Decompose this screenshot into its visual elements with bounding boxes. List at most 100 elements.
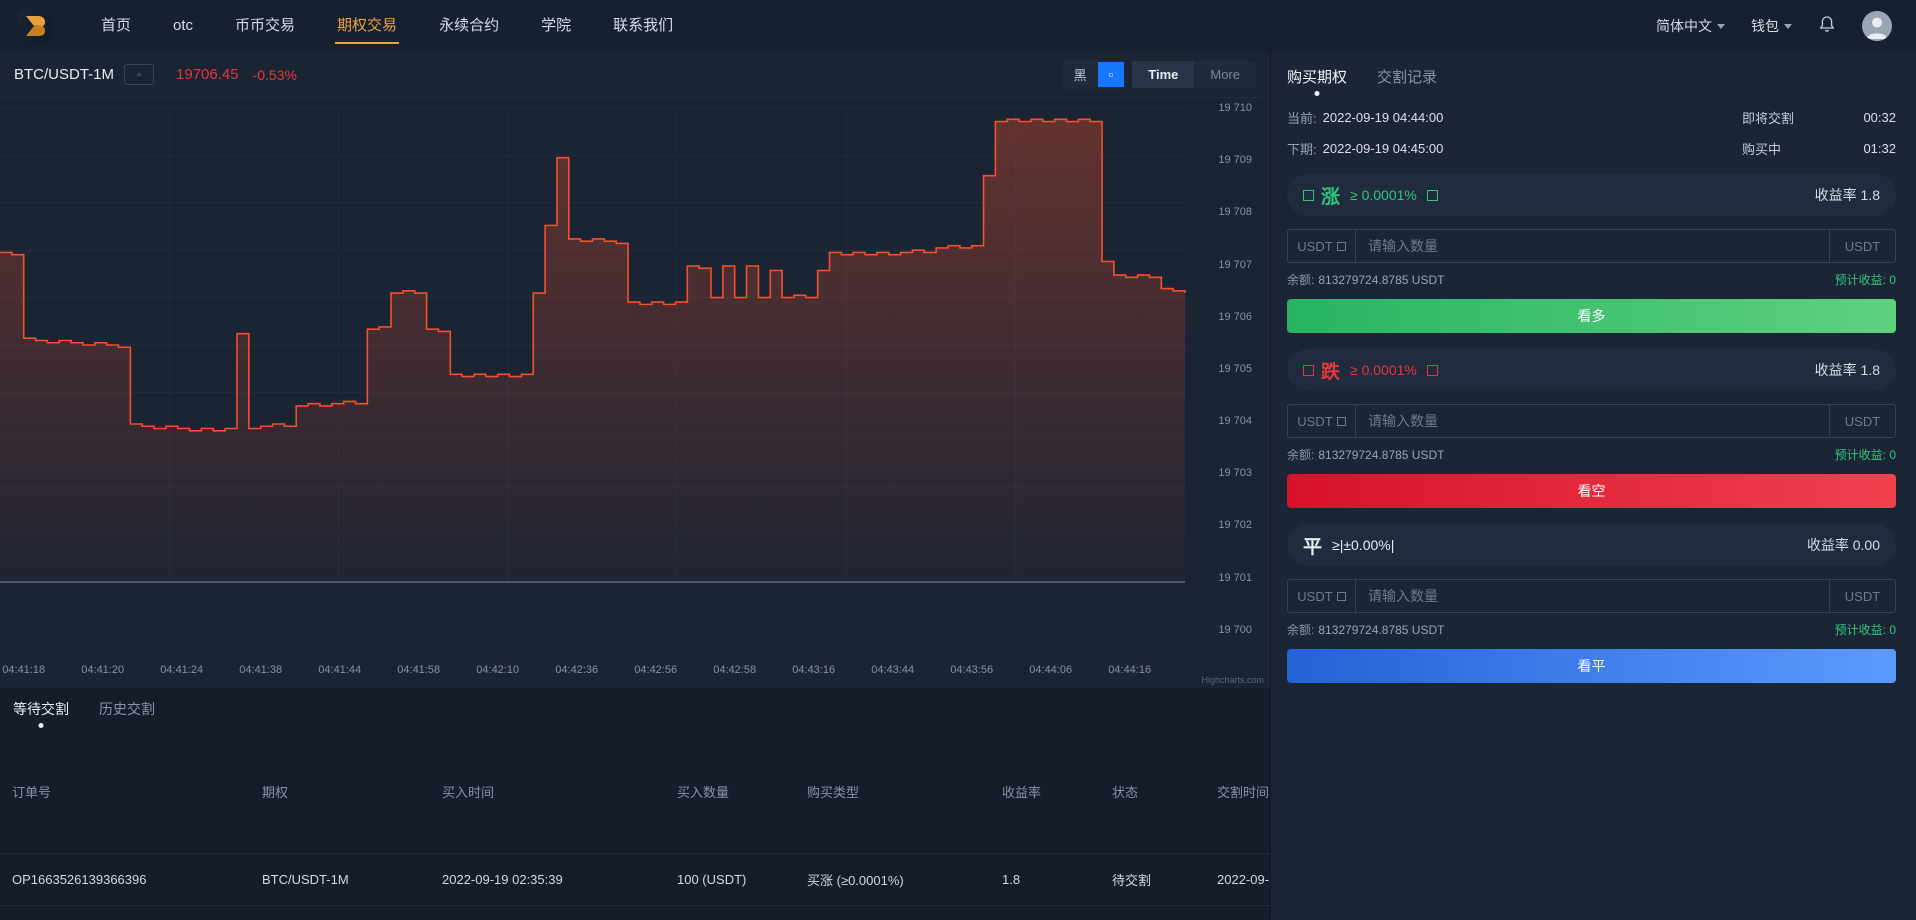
brand-logo-icon[interactable] xyxy=(18,9,52,43)
info-square-icon[interactable] xyxy=(1427,190,1438,201)
top-navigation-bar: 首页 otc 币币交易 期权交易 永续合约 学院 联系我们 简体中文 钱包 xyxy=(0,0,1916,52)
x-axis-tick: 04:44:16 xyxy=(1108,664,1151,676)
language-label: 简体中文 xyxy=(1656,16,1712,36)
rise-unit-selector[interactable]: USDT xyxy=(1288,230,1356,262)
rise-est-value: 0 xyxy=(1889,273,1896,287)
y-axis-tick: 19 706 xyxy=(1218,311,1252,323)
x-axis-tick: 04:41:44 xyxy=(318,664,361,676)
tab-buy-option[interactable]: 购买期权 xyxy=(1287,66,1347,96)
dropdown-square-icon xyxy=(1337,592,1346,601)
flat-balance-value: 813279724.8785 USDT xyxy=(1318,623,1444,637)
tab-pending-settlement[interactable]: 等待交割 xyxy=(10,699,72,719)
trade-panel-tabs: 购买期权 交割记录 xyxy=(1287,66,1896,96)
highcharts-credit[interactable]: Highcharts.com xyxy=(1201,675,1264,685)
x-axis-tick: 04:41:20 xyxy=(81,664,124,676)
next-label: 下期: xyxy=(1287,139,1317,158)
table-row[interactable]: OP1663526139366396BTC/USDT-1M2022-09-19 … xyxy=(0,854,1450,906)
flat-title: 平 xyxy=(1303,532,1322,559)
x-axis-tick: 04:43:16 xyxy=(792,664,835,676)
x-axis-tick: 04:43:44 xyxy=(871,664,914,676)
language-selector[interactable]: 简体中文 xyxy=(1656,16,1725,36)
rise-rate-value: 1.8 xyxy=(1861,187,1880,203)
rise-title: 涨 xyxy=(1321,182,1340,209)
chart-x-axis: 04:41:18 04:41:20 04:41:24 04:41:38 04:41:44… xyxy=(0,664,1270,680)
col-buy-time: 买入时间 xyxy=(430,730,665,854)
rise-balance-row: 余额: 813279724.8785 USDT 预计收益: 0 xyxy=(1287,271,1896,288)
cell-amount: 100 (USDT) xyxy=(665,906,795,920)
square-icon[interactable]: ▫ xyxy=(124,64,154,85)
cell-buy-time: 2022-09-18 15:20:40 xyxy=(430,906,665,920)
current-status-group: 即将交割 00:32 xyxy=(1742,108,1896,127)
nav-link-coin-trade[interactable]: 币币交易 xyxy=(214,0,316,52)
current-period-row: 当前: 2022-09-19 04:44:00 即将交割 00:32 xyxy=(1287,108,1896,127)
nav-link-academy[interactable]: 学院 xyxy=(520,0,592,52)
fall-balance-label: 余额: xyxy=(1287,446,1314,463)
rise-currency-suffix: USDT xyxy=(1829,230,1895,262)
buy-long-button[interactable]: 看多 xyxy=(1287,299,1896,333)
bell-icon[interactable] xyxy=(1818,15,1836,37)
user-avatar-icon[interactable] xyxy=(1862,11,1892,41)
tab-time[interactable]: Time xyxy=(1132,61,1194,88)
theme-dark-label[interactable]: 黑 xyxy=(1063,60,1098,89)
fall-condition: ≥ 0.0001% xyxy=(1350,362,1417,378)
next-period-row: 下期: 2022-09-19 04:45:00 购买中 01:32 xyxy=(1287,139,1896,158)
nav-link-perpetual[interactable]: 永续合约 xyxy=(418,0,520,52)
theme-switch: 黑 ▫ xyxy=(1063,60,1125,89)
rise-unit-label: USDT xyxy=(1297,239,1332,254)
x-axis-tick: 04:41:24 xyxy=(160,664,203,676)
current-label: 当前: xyxy=(1287,108,1317,127)
table-row[interactable]: OP1663485640755153BTC/USDT-1M2022-09-18 … xyxy=(0,906,1450,920)
fall-rate-group: 收益率 1.8 xyxy=(1815,360,1880,380)
info-square-icon[interactable] xyxy=(1427,365,1438,376)
wallet-menu[interactable]: 钱包 xyxy=(1751,16,1792,36)
tab-history-settlement[interactable]: 历史交割 xyxy=(96,699,158,719)
price-chart[interactable]: 19 71019 70919 70819 70719 70619 70519 7… xyxy=(0,98,1270,688)
flat-est-value: 0 xyxy=(1889,623,1896,637)
tab-more[interactable]: More xyxy=(1194,61,1256,88)
chart-y-axis: 19 71019 70919 70819 70719 70619 70519 7… xyxy=(1192,98,1252,688)
nav-link-otc[interactable]: otc xyxy=(152,0,214,52)
next-status: 购买中 xyxy=(1742,139,1838,158)
fall-amount-input[interactable] xyxy=(1356,405,1829,437)
chart-column: BTC/USDT-1M ▫ 19706.45 -0.53% 黑 ▫ Time M… xyxy=(0,52,1270,920)
fall-unit-label: USDT xyxy=(1297,414,1332,429)
x-axis-tick: 04:44:06 xyxy=(1029,664,1072,676)
flat-amount-input[interactable] xyxy=(1356,580,1829,612)
next-status-group: 购买中 01:32 xyxy=(1742,139,1896,158)
rise-balance-label: 余额: xyxy=(1287,271,1314,288)
fall-est-group: 预计收益: 0 xyxy=(1835,446,1896,463)
x-axis-tick: 04:41:58 xyxy=(397,664,440,676)
checkbox-icon[interactable] xyxy=(1303,365,1314,376)
current-time: 2022-09-19 04:44:00 xyxy=(1323,110,1444,125)
buy-short-button[interactable]: 看空 xyxy=(1287,474,1896,508)
x-axis-tick: 04:42:36 xyxy=(555,664,598,676)
rise-rate-group: 收益率 1.8 xyxy=(1815,185,1880,205)
orders-section: 等待交割 历史交割 订单号 期权 买入时间 买入数量 购买类型 收益率 状态 xyxy=(0,688,1270,920)
rise-amount-input[interactable] xyxy=(1356,230,1829,262)
flat-unit-selector[interactable]: USDT xyxy=(1288,580,1356,612)
fall-balance-row: 余额: 813279724.8785 USDT 预计收益: 0 xyxy=(1287,446,1896,463)
nav-link-contact[interactable]: 联系我们 xyxy=(592,0,694,52)
chart-canvas xyxy=(0,98,1270,634)
x-axis-tick: 04:41:38 xyxy=(239,664,282,676)
color-swatch-icon[interactable]: ▫ xyxy=(1098,62,1125,87)
nav-link-home[interactable]: 首页 xyxy=(80,0,152,52)
y-axis-tick: 19 707 xyxy=(1218,259,1252,271)
nav-link-option-trade[interactable]: 期权交易 xyxy=(316,0,418,52)
chart-header: BTC/USDT-1M ▫ 19706.45 -0.53% 黑 ▫ Time M… xyxy=(0,52,1270,98)
dropdown-square-icon xyxy=(1337,417,1346,426)
checkbox-icon[interactable] xyxy=(1303,190,1314,201)
rise-condition: ≥ 0.0001% xyxy=(1350,187,1417,203)
x-axis-tick: 04:42:10 xyxy=(476,664,519,676)
x-axis-tick: 04:41:18 xyxy=(2,664,45,676)
flat-unit-label: USDT xyxy=(1297,589,1332,604)
fall-amount-row: USDT USDT xyxy=(1287,404,1896,438)
rise-amount-row: USDT USDT xyxy=(1287,229,1896,263)
flat-currency-suffix: USDT xyxy=(1829,580,1895,612)
buy-flat-button[interactable]: 看平 xyxy=(1287,649,1896,683)
table-body: OP1663526139366396BTC/USDT-1M2022-09-19 … xyxy=(0,854,1450,920)
y-axis-tick: 19 701 xyxy=(1218,572,1252,584)
flat-est-group: 预计收益: 0 xyxy=(1835,621,1896,638)
tab-settlement-record[interactable]: 交割记录 xyxy=(1377,66,1437,96)
fall-unit-selector[interactable]: USDT xyxy=(1288,405,1356,437)
